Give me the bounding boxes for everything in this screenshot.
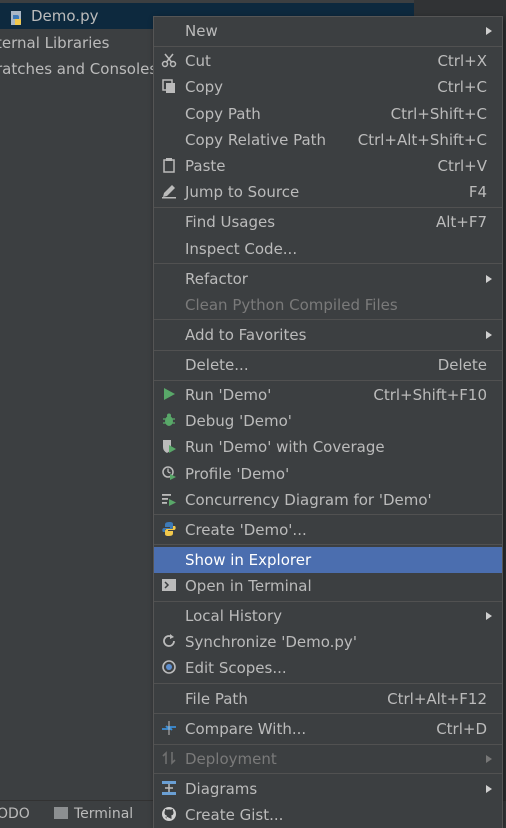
context-menu: New Cut Ctrl+X Copy Ctrl+C Copy Path Ctr… [153,16,503,828]
profiler-clock-icon [160,465,178,483]
menu-item-refactor[interactable]: Refactor [154,266,502,292]
menu-item-edit-scopes[interactable]: Edit Scopes... [154,655,502,681]
menu-item-run-with-coverage[interactable]: Run 'Demo' with Coverage [154,434,502,460]
menu-item-local-history[interactable]: Local History [154,603,502,629]
concurrency-diagram-icon [160,491,178,509]
github-icon [160,806,178,824]
menu-item-profile[interactable]: Profile 'Demo' [154,461,502,487]
run-play-icon [160,386,178,404]
submenu-arrow-icon [486,612,492,620]
diagram-icon [160,780,178,798]
pencil-icon [160,183,178,201]
menu-item-add-to-favorites[interactable]: Add to Favorites [154,322,502,348]
scissors-icon [160,52,178,70]
menu-item-run[interactable]: Run 'Demo' Ctrl+Shift+F10 [154,382,502,408]
menu-separator [154,683,502,684]
menu-item-cut[interactable]: Cut Ctrl+X [154,48,502,74]
menu-item-diagrams[interactable]: Diagrams [154,776,502,802]
compare-arrows-icon [160,720,178,738]
menu-item-open-in-terminal[interactable]: Open in Terminal [154,573,502,599]
menu-separator [154,744,502,745]
menu-separator [154,380,502,381]
tree-item-label: Demo.py [31,7,99,25]
menu-separator [154,319,502,320]
menu-separator [154,713,502,714]
menu-item-show-in-explorer[interactable]: Show in Explorer [154,547,502,573]
tree-item-label: ratches and Consoles [0,60,158,78]
scope-target-icon [160,659,178,677]
menu-item-deployment: Deployment [154,746,502,772]
menu-separator [154,207,502,208]
copy-icon [160,78,178,96]
menu-item-inspect-code[interactable]: Inspect Code... [154,236,502,262]
menu-item-new[interactable]: New [154,18,502,44]
menu-item-file-path[interactable]: File Path Ctrl+Alt+F12 [154,686,502,712]
menu-separator [154,263,502,264]
menu-separator [154,514,502,515]
menu-item-create-run-config[interactable]: Create 'Demo'... [154,517,502,543]
terminal-icon [54,807,68,819]
menu-item-concurrency-diagram[interactable]: Concurrency Diagram for 'Demo' [154,487,502,513]
menu-item-compare-with[interactable]: Compare With... Ctrl+D [154,716,502,742]
menu-separator [154,601,502,602]
menu-item-find-usages[interactable]: Find Usages Alt+F7 [154,209,502,235]
submenu-arrow-icon [486,275,492,283]
terminal-icon [160,577,178,595]
terminal-tool-button[interactable]: Terminal [54,801,133,828]
refresh-icon [160,633,178,651]
menu-separator [154,773,502,774]
coverage-shield-icon [160,438,178,456]
menu-item-clean-python-compiled-files: Clean Python Compiled Files [185,296,398,314]
todo-tool-button[interactable]: ODO [0,801,30,828]
menu-item-synchronize[interactable]: Synchronize 'Demo.py' [154,629,502,655]
menu-item-copy-path[interactable]: Copy Path Ctrl+Shift+C [154,101,502,127]
menu-item-create-gist[interactable]: Create Gist... [154,802,502,828]
submenu-arrow-icon [486,331,492,339]
menu-item-delete[interactable]: Delete... Delete [154,352,502,378]
clipboard-icon [160,157,178,175]
deployment-arrows-icon [160,750,178,768]
menu-item-copy-relative-path[interactable]: Copy Relative Path Ctrl+Alt+Shift+C [154,127,502,153]
menu-item-jump-to-source[interactable]: Jump to Source F4 [154,179,502,205]
menu-item-debug[interactable]: Debug 'Demo' [154,408,502,434]
menu-separator [154,350,502,351]
submenu-arrow-icon [486,27,492,35]
python-file-icon [9,8,25,25]
menu-separator [154,544,502,545]
submenu-arrow-icon [486,785,492,793]
menu-item-paste[interactable]: Paste Ctrl+V [154,153,502,179]
menu-item-copy[interactable]: Copy Ctrl+C [154,74,502,100]
python-logo-icon [160,521,178,539]
menu-separator [154,46,502,47]
submenu-arrow-icon [486,755,492,763]
tree-item-label: ternal Libraries [0,34,110,52]
debug-bug-icon [160,412,178,430]
